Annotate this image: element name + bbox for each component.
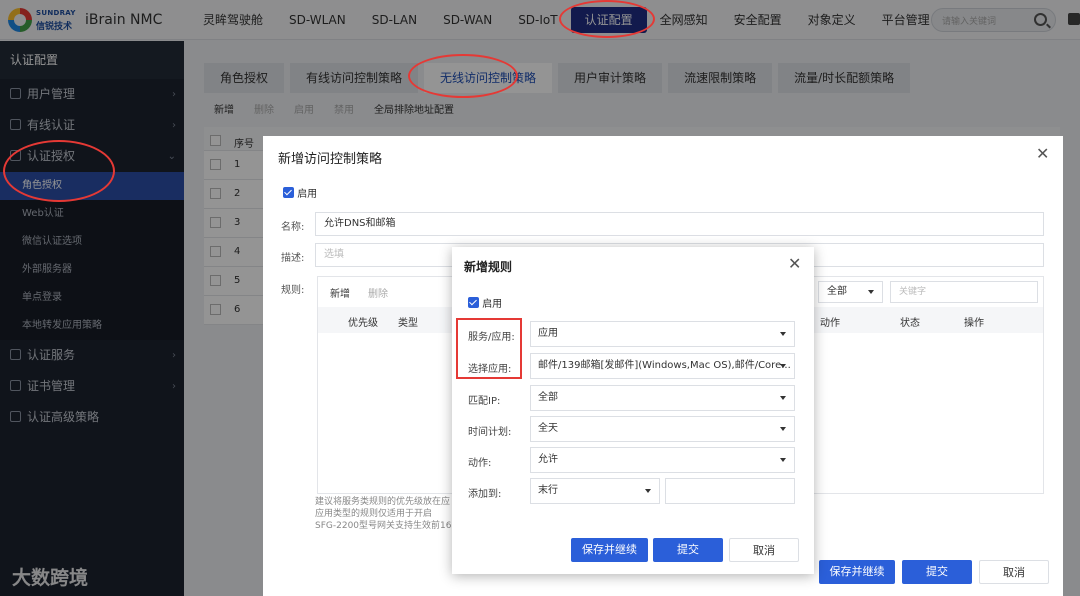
keyword-input[interactable]: 关键字 — [890, 281, 1038, 303]
schedule-label: 时间计划: — [468, 427, 512, 438]
service-app-select[interactable]: 应用 — [530, 321, 795, 347]
schedule-row: 时间计划: 全天 — [452, 416, 814, 442]
note-line: 应用类型的规则仅适用于开启 — [315, 509, 433, 519]
service-app-row: 服务/应用: 应用 — [452, 321, 814, 347]
name-field[interactable]: 允许DNS和邮箱 — [315, 212, 1044, 236]
schedule-select[interactable]: 全天 — [530, 416, 795, 442]
select-value: 末行 — [538, 485, 558, 496]
select-value: 全天 — [538, 423, 558, 434]
add-to-row: 添加到: 末行 — [452, 478, 814, 504]
save-continue-button[interactable]: 保存并继续 — [819, 560, 895, 584]
add-to-select[interactable]: 末行 — [530, 478, 660, 504]
caret-down-icon — [780, 332, 786, 336]
filter-select[interactable]: 全部 — [818, 281, 883, 303]
col-priority: 优先级 — [348, 318, 378, 329]
note-line: SFG-2200型号网关支持生效前16 — [315, 521, 452, 531]
match-ip-label: 匹配IP: — [468, 396, 501, 407]
submit-button[interactable]: 提交 — [653, 538, 723, 562]
col-action: 动作 — [820, 318, 840, 329]
dialog-title: 新增规则 — [464, 260, 513, 274]
name-label: 名称: — [281, 222, 305, 233]
add-to-label: 添加到: — [468, 489, 502, 500]
col-operation: 操作 — [964, 318, 984, 329]
rules-note: 建议将服务类规则的优先级放在应 应用类型的规则仅适用于开启 SFG-2200型号… — [315, 496, 451, 532]
caret-down-icon — [780, 427, 786, 431]
filter-value: 全部 — [827, 286, 847, 297]
caret-down-icon — [645, 489, 651, 493]
checkbox-icon — [283, 187, 294, 198]
action-select[interactable]: 允许 — [530, 447, 795, 473]
caret-down-icon — [780, 458, 786, 462]
caret-down-icon — [868, 290, 874, 294]
desc-label: 描述: — [281, 253, 305, 264]
col-status: 状态 — [900, 318, 920, 329]
enable-checkbox[interactable]: 启用 — [468, 295, 502, 310]
cancel-button[interactable]: 取消 — [729, 538, 799, 562]
match-ip-row: 匹配IP: 全部 — [452, 385, 814, 411]
add-to-position-input[interactable] — [665, 478, 795, 504]
checkbox-icon — [468, 297, 479, 308]
submit-button[interactable]: 提交 — [902, 560, 972, 584]
select-value: 允许 — [538, 454, 558, 465]
rules-add-button[interactable]: 新增 — [330, 285, 350, 300]
enable-checkbox[interactable]: 启用 — [283, 185, 317, 200]
select-app-label: 选择应用: — [468, 364, 512, 375]
save-continue-button[interactable]: 保存并继续 — [571, 538, 648, 562]
col-type: 类型 — [398, 318, 418, 329]
rules-toolbar: 新增 删除 — [330, 285, 388, 300]
close-icon[interactable]: ✕ — [1036, 144, 1049, 163]
select-value: 全部 — [538, 392, 558, 403]
match-ip-select[interactable]: 全部 — [530, 385, 795, 411]
close-icon[interactable]: ✕ — [788, 254, 801, 273]
select-value: 应用 — [538, 328, 558, 339]
rules-label: 规则: — [281, 285, 305, 296]
action-row: 动作: 允许 — [452, 447, 814, 473]
dialog-title: 新增访问控制策略 — [278, 152, 383, 167]
select-app-row: 选择应用: 邮件/139邮箱[发邮件](Windows,Mac OS),邮件/C… — [452, 353, 814, 379]
cancel-button[interactable]: 取消 — [979, 560, 1049, 584]
caret-down-icon — [780, 396, 786, 400]
enable-label: 启用 — [297, 189, 318, 200]
service-app-label: 服务/应用: — [468, 332, 515, 343]
new-rule-dialog: 新增规则 ✕ 启用 服务/应用: 应用 选择应用: 邮件/139邮箱[发邮件](… — [452, 247, 814, 574]
action-label: 动作: — [468, 458, 492, 469]
caret-down-icon — [780, 364, 786, 368]
rules-delete-button[interactable]: 删除 — [368, 285, 388, 300]
select-app-select[interactable]: 邮件/139邮箱[发邮件](Windows,Mac OS),邮件/Core... — [530, 353, 795, 379]
select-value: 邮件/139邮箱[发邮件](Windows,Mac OS),邮件/Core... — [538, 360, 791, 371]
enable-label: 启用 — [482, 299, 503, 310]
note-line: 建议将服务类规则的优先级放在应 — [315, 497, 451, 507]
